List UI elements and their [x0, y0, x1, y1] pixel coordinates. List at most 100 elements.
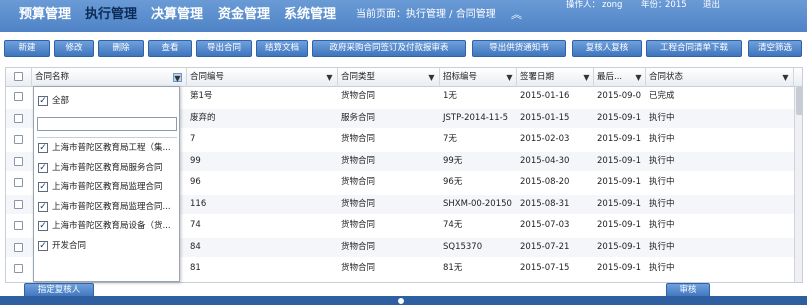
header-contract-status-label: 合同状态 [649, 72, 684, 82]
filter-option-label: 上海市普陀区教育局设备（货... [52, 221, 171, 231]
funnel-icon[interactable]: ▼ [427, 73, 436, 82]
filter-option-label: 上海市普陀区教育局工程（集... [52, 143, 171, 153]
cell-bid-number: 1无 [443, 91, 457, 101]
cell-contract-status: 执行中 [649, 112, 675, 123]
nav-item-system[interactable]: 系统管理 [284, 7, 336, 23]
cell-contract-type: 货物合同 [341, 263, 376, 273]
nav-item-funds[interactable]: 资金管理 [218, 7, 270, 23]
row-checkbox[interactable] [14, 242, 23, 252]
funnel-icon[interactable]: ▼ [582, 73, 591, 82]
download-contract-list-button[interactable]: 工程合同清单下载 [646, 40, 742, 57]
funnel-icon[interactable]: ▼ [173, 73, 182, 83]
row-checkbox[interactable] [14, 221, 23, 230]
filter-search-input[interactable] [37, 117, 177, 131]
cell-bid-number: 99无 [443, 155, 463, 166]
filter-option-label: 上海市普陀区教育局监理合同 [52, 182, 163, 192]
funnel-icon[interactable]: ▼ [325, 73, 334, 82]
filter-option-checkbox[interactable]: ✓ [38, 240, 48, 251]
cell-contract-status: 执行中 [649, 241, 675, 252]
cell-sign-date: 2015-01-15 [520, 112, 570, 123]
view-button[interactable]: 查看 [148, 40, 192, 57]
row-checkbox[interactable] [14, 92, 23, 101]
logout-link[interactable]: 退出 [703, 0, 720, 10]
clear-filter-button[interactable]: 清空筛选 [748, 40, 802, 57]
row-checkbox[interactable] [14, 113, 23, 123]
operator-label: 操作人： [566, 0, 601, 10]
cell-contract-status: 已完成 [649, 91, 675, 101]
cell-contract-number: 96 [190, 177, 201, 187]
cell-contract-status: 执行中 [649, 263, 675, 273]
nav-item-final-accounts[interactable]: 决算管理 [151, 7, 203, 23]
cell-contract-type: 货物合同 [341, 198, 376, 209]
procurement-report-button[interactable]: 政府采购合同签订及付款报审表 [312, 40, 466, 57]
filter-option-checkbox[interactable]: ✓ [38, 162, 48, 173]
reviewer-review-button[interactable]: 复核人复核 [572, 40, 642, 57]
funnel-icon[interactable]: ▼ [781, 73, 790, 82]
cell-contract-type: 货物合同 [341, 155, 376, 166]
cell-last-modified: 2015-09-0 [597, 91, 641, 101]
row-checkbox[interactable] [14, 135, 23, 144]
cell-sign-date: 2015-07-15 [520, 263, 570, 273]
header-contract-number-label: 合同编号 [190, 72, 225, 82]
cell-contract-status: 执行中 [649, 155, 675, 166]
filter-option-checkbox[interactable]: ✓ [38, 221, 48, 231]
cell-contract-number: 废弃的 [190, 112, 216, 123]
cell-contract-type: 货物合同 [341, 241, 376, 252]
cell-sign-date: 2015-01-16 [520, 91, 570, 101]
filter-option-checkbox[interactable]: ✓ [38, 182, 48, 192]
cell-last-modified: 2015-09-1 [597, 112, 641, 123]
operator-name: zong [602, 0, 623, 10]
cell-bid-number: 96无 [443, 177, 463, 187]
header-contract-type-label: 合同类型 [341, 72, 376, 82]
header-contract-name: 合同名称 [32, 68, 187, 87]
export-supply-notice-button[interactable]: 导出供货通知书 [472, 40, 566, 57]
filter-option-checkbox[interactable]: ✓ [38, 143, 48, 153]
cell-contract-number: 99 [190, 155, 201, 166]
cell-bid-number: 7无 [443, 134, 457, 144]
cell-last-modified: 2015-09-1 [597, 241, 641, 252]
cell-last-modified: 2015-09-1 [597, 263, 641, 273]
cell-contract-type: 货物合同 [341, 177, 376, 187]
cell-last-modified: 2015-09-1 [597, 134, 641, 144]
chevron-up-icon[interactable]: ︽ [511, 9, 522, 21]
row-checkbox[interactable] [14, 264, 23, 273]
cell-contract-number: 116 [190, 198, 207, 209]
nav-item-budget[interactable]: 预算管理 [19, 7, 71, 23]
header-contract-number: 合同编号 [187, 68, 338, 87]
filter-select-all-checkbox[interactable]: ✓ [38, 96, 48, 106]
cell-contract-status: 执行中 [649, 220, 675, 230]
new-button[interactable]: 新建 [4, 40, 50, 57]
header-contract-type: 合同类型 [338, 68, 440, 87]
vertical-scrollbar-thumb[interactable] [796, 87, 802, 115]
export-contract-button[interactable]: 导出合同 [196, 40, 252, 57]
cell-bid-number: SHXM-00-20150 [443, 198, 512, 209]
filter-divider [37, 137, 177, 138]
nav-item-execution[interactable]: 执行管理 [85, 7, 137, 23]
header-sign-date-label: 签署日期 [520, 72, 555, 82]
funnel-icon[interactable]: ▼ [634, 73, 643, 82]
select-all-checkbox[interactable] [14, 72, 23, 81]
cell-last-modified: 2015-09-1 [597, 155, 641, 166]
table-header: 合同名称 ▼ 合同编号 ▼ 合同类型 ▼ 招标编号 ▼ 签署日期 ▼ 最后...… [6, 68, 802, 87]
edit-button[interactable]: 修改 [54, 40, 94, 57]
row-checkbox[interactable] [14, 199, 23, 209]
settlement-doc-button[interactable]: 结算文档 [256, 40, 308, 57]
cell-contract-type: 货物合同 [341, 91, 376, 101]
cell-contract-number: 84 [190, 241, 201, 252]
contract-name-filter-dropdown: ✓ 全部 ✓ 上海市普陀区教育局工程（集... ✓ 上海市普陀区教育局服务合同 ✓ 上海市… [33, 86, 180, 282]
row-checkbox[interactable] [14, 178, 23, 187]
cell-bid-number: SQ15370 [443, 241, 483, 252]
vertical-scrollbar[interactable] [794, 87, 802, 282]
funnel-icon[interactable]: ▼ [505, 73, 514, 82]
cell-contract-number: 7 [190, 134, 196, 144]
cell-bid-number: 74无 [443, 220, 463, 230]
horizontal-scrollbar-thumb[interactable] [397, 297, 405, 305]
filter-option-label: 上海市普陀区教育局监理合同... [52, 201, 171, 212]
row-checkbox[interactable] [14, 156, 23, 166]
cell-last-modified: 2015-09-1 [597, 198, 641, 209]
filter-option-checkbox[interactable]: ✓ [38, 201, 48, 212]
year-label: 年份： [641, 0, 667, 10]
cell-contract-type: 服务合同 [341, 112, 376, 123]
delete-button[interactable]: 删除 [98, 40, 144, 57]
cell-contract-number: 81 [190, 263, 201, 273]
